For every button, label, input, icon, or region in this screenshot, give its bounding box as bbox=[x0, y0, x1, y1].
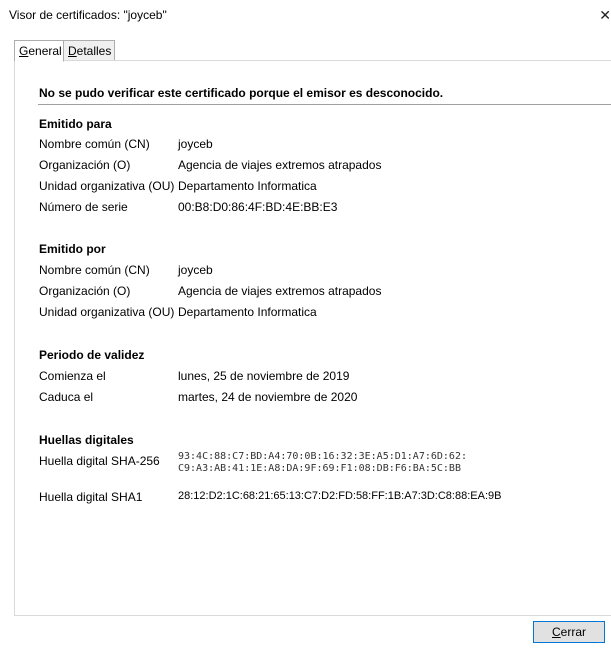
tab-detalles-accel: D bbox=[68, 44, 77, 58]
general-panel: No se pudo verificar este certificado po… bbox=[14, 60, 611, 616]
sha1-value: 28:12:D2:1C:68:21:65:13:C7:D2:FD:58:FF:1… bbox=[178, 490, 502, 502]
tab-general[interactable]: General bbox=[14, 40, 64, 62]
close-button-accel: C bbox=[551, 625, 561, 639]
validity-start-label: Comienza el bbox=[39, 369, 106, 383]
tab-detalles[interactable]: Detalles bbox=[63, 40, 115, 61]
close-icon[interactable]: ✕ bbox=[597, 0, 611, 32]
window-title: Visor de certificados: "joyceb" bbox=[9, 8, 167, 22]
issued-by-o-label: Organización (O) bbox=[39, 284, 131, 298]
tab-general-label: eneral bbox=[28, 44, 62, 58]
warning-message: No se pudo verificar este certificado po… bbox=[39, 86, 444, 100]
validity-title: Periodo de validez bbox=[39, 348, 145, 362]
issued-to-cn-label: Nombre común (CN) bbox=[39, 137, 150, 151]
sha256-line1: 93:4C:88:C7:BD:A4:70:0B:16:32:3E:A5:D1:A… bbox=[178, 451, 467, 462]
validity-end-value: martes, 24 de noviembre de 2020 bbox=[178, 390, 358, 404]
tab-detalles-label: etalles bbox=[76, 44, 112, 58]
issued-by-o-value: Agencia de viajes extremos atrapados bbox=[178, 284, 382, 298]
issued-to-title: Emitido para bbox=[39, 117, 112, 131]
issued-by-cn-value: joyceb bbox=[178, 263, 213, 277]
validity-start-value: lunes, 25 de noviembre de 2019 bbox=[178, 369, 350, 383]
issued-by-title: Emitido por bbox=[39, 242, 106, 256]
issued-to-ou-value: Departamento Informatica bbox=[178, 179, 317, 193]
issued-to-cn-value: joyceb bbox=[178, 137, 213, 151]
title-bar: Visor de certificados: "joyceb" ✕ bbox=[0, 0, 611, 32]
tab-general-accel: G bbox=[19, 44, 29, 58]
validity-end-label: Caduca el bbox=[39, 390, 94, 404]
issued-to-serial-value: 00:B8:D0:86:4F:BD:4E:BB:E3 bbox=[178, 200, 338, 214]
issued-by-cn-label: Nombre común (CN) bbox=[39, 263, 150, 277]
sha1-label: Huella digital SHA1 bbox=[39, 490, 143, 504]
fingerprints-title: Huellas digitales bbox=[39, 433, 134, 447]
close-button[interactable]: Cerrar bbox=[533, 621, 605, 643]
sha256-label: Huella digital SHA-256 bbox=[39, 454, 160, 468]
issued-to-o-label: Organización (O) bbox=[39, 158, 131, 172]
issued-to-serial-label: Número de serie bbox=[39, 200, 128, 214]
issued-by-ou-label: Unidad organizativa (OU) bbox=[39, 305, 175, 319]
close-button-label: errar bbox=[560, 625, 586, 639]
sha256-line2: C9:A3:AB:41:1E:A8:DA:9F:69:F1:08:DB:F6:B… bbox=[178, 463, 461, 474]
divider bbox=[38, 104, 611, 105]
issued-to-ou-label: Unidad organizativa (OU) bbox=[39, 179, 175, 193]
issued-by-ou-value: Departamento Informatica bbox=[178, 305, 317, 319]
issued-to-o-value: Agencia de viajes extremos atrapados bbox=[178, 158, 382, 172]
